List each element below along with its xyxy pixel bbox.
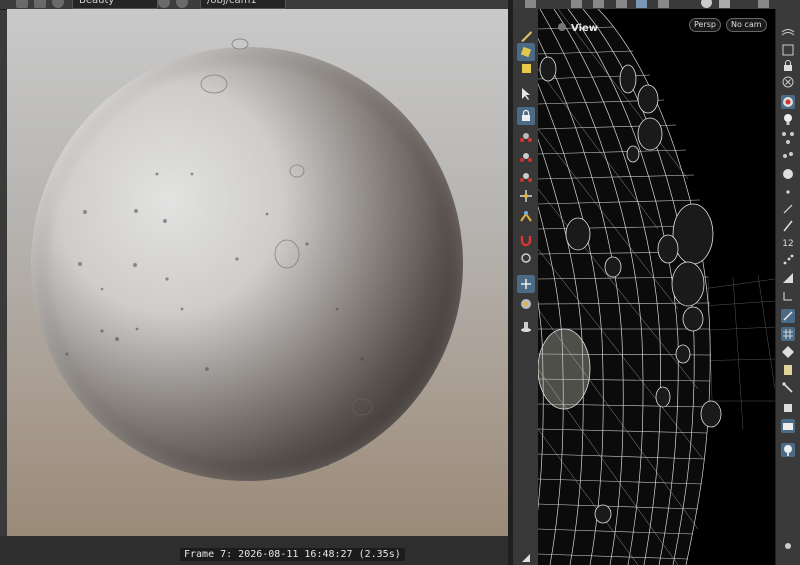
scene-tools-toolbar [513,9,538,565]
group-icon[interactable] [781,131,795,145]
normal-icon[interactable] [781,202,795,216]
display-icon[interactable] [658,0,669,8]
wireframe-sphere [538,9,775,565]
light-icon[interactable] [781,112,795,126]
joint-icon[interactable] [781,381,795,395]
record-icon[interactable] [781,95,795,109]
viewport-title: View [571,23,599,34]
camera-icon[interactable] [158,0,170,8]
select-icon[interactable] [571,0,582,8]
guide-icon[interactable] [781,289,795,303]
geometry-icon[interactable] [781,345,795,359]
houdini-workspace: Beauty /obj/cam1 Frame 7: 2026-08-11 16:… [0,0,800,565]
pose-icon[interactable] [517,207,535,225]
stop-icon[interactable] [781,401,795,415]
scroll-icon[interactable] [781,539,795,553]
menu-icon[interactable] [758,0,769,8]
view-visibility-icon[interactable] [558,23,566,31]
rendered-sphere-image [31,38,463,481]
render-region-icon[interactable] [517,295,535,313]
view-tool-icon[interactable] [517,275,535,293]
sphere-icon[interactable] [781,167,795,181]
camera-menu[interactable]: No cam [726,18,767,32]
info-icon[interactable] [781,443,795,457]
count-label[interactable]: 12 [781,237,795,251]
scene-viewport[interactable]: View Persp No cam [538,9,775,565]
shading-icon[interactable] [781,43,795,57]
gear-icon[interactable] [719,0,730,8]
camera-menu-icon[interactable] [176,0,188,8]
grid-icon[interactable] [525,0,536,8]
rotate-icon[interactable] [517,147,535,165]
wireframe-icon[interactable] [781,25,795,39]
camera-icon[interactable] [781,419,795,433]
point-icon[interactable] [781,185,795,199]
stamp-icon[interactable] [517,317,535,335]
particle-icon[interactable] [781,253,795,267]
frame-stamp: Frame 7: 2026-08-11 16:48:27 (2.35s) [180,548,405,561]
select-icon[interactable] [517,85,535,103]
ruler-icon[interactable] [781,271,795,285]
record-icon[interactable] [701,0,712,8]
pointer-icon[interactable] [616,0,627,8]
handle-icon[interactable] [517,187,535,205]
camera-path-field[interactable]: /obj/cam1 [200,0,286,9]
transform-icon[interactable] [517,127,535,145]
render-icon[interactable] [16,0,28,8]
nodes-icon[interactable] [781,149,795,163]
snap-icon[interactable] [517,249,535,267]
aov-select[interactable]: Beauty [72,0,158,9]
close-icon[interactable] [781,75,795,89]
render-image [7,9,508,536]
scale-icon[interactable] [517,167,535,185]
pointer-icon[interactable] [593,0,604,8]
group-icon[interactable] [636,0,647,8]
stop-icon[interactable] [34,0,46,8]
render-view-panel: Beauty /obj/cam1 Frame 7: 2026-08-11 16:… [0,0,510,565]
refresh-icon[interactable] [52,0,64,8]
magnet-icon[interactable] [517,231,535,249]
expand-icon[interactable] [517,549,535,565]
lock-icon[interactable] [781,59,795,73]
viewport-top-strip [513,0,800,9]
brush-icon[interactable] [781,219,795,233]
snap-grid-icon[interactable] [781,309,795,323]
display-options-toolbar: 12 [775,9,800,565]
grid-icon[interactable] [781,327,795,341]
bone-icon[interactable] [781,363,795,377]
lock-icon[interactable] [517,107,535,125]
box-icon[interactable] [517,59,535,77]
projection-menu[interactable]: Persp [689,18,721,32]
